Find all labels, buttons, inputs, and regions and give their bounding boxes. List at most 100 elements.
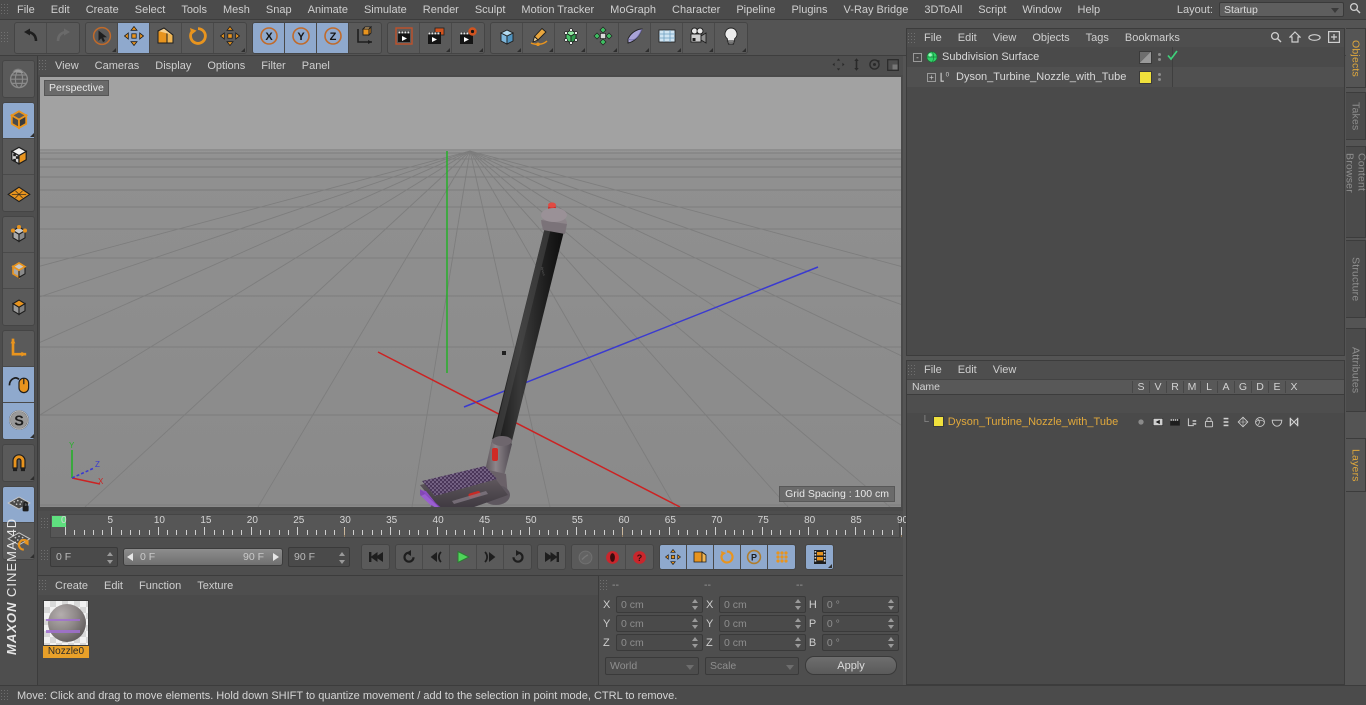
record-active-objects-button[interactable] xyxy=(572,545,599,569)
layer-color-swatch[interactable] xyxy=(932,416,944,427)
render-to-picture-viewer-button[interactable] xyxy=(420,22,452,53)
world-object-axis-button[interactable] xyxy=(349,23,381,53)
toolbar-grip[interactable] xyxy=(0,31,9,44)
size-input[interactable]: 0 cm xyxy=(718,634,806,651)
expander-icon[interactable]: + xyxy=(927,72,936,82)
material-menu-texture[interactable]: Texture xyxy=(189,576,241,596)
vertical-tab-structure[interactable]: Structure xyxy=(1346,240,1366,318)
menu-pipeline[interactable]: Pipeline xyxy=(728,0,783,20)
menu-motion-tracker[interactable]: Motion Tracker xyxy=(513,0,602,20)
spinner-icon[interactable] xyxy=(888,599,895,610)
material-menu-create[interactable]: Create xyxy=(47,576,96,596)
expression-icon[interactable] xyxy=(1268,416,1285,428)
position-input[interactable]: 0 cm xyxy=(616,596,703,613)
object-row[interactable]: +0 Dyson_Turbine_Nozzle_with_Tube xyxy=(907,67,1344,87)
scale-button[interactable] xyxy=(150,22,182,53)
orbit-icon[interactable] xyxy=(868,58,881,74)
coordinate-system-dropdown[interactable]: World xyxy=(605,656,699,675)
layers-list[interactable]: └ Dyson_Turbine_Nozzle_with_Tube xyxy=(907,413,1344,684)
column-header-r[interactable]: R xyxy=(1166,381,1183,393)
spinner-icon[interactable] xyxy=(691,599,699,610)
menu-window[interactable]: Window xyxy=(1014,0,1069,20)
menu-plugins[interactable]: Plugins xyxy=(783,0,835,20)
search-icon[interactable] xyxy=(1270,31,1282,46)
magnet-button[interactable] xyxy=(3,445,34,481)
viewport-canvas[interactable]: dyson Perspective Grid Spacing: 100 cm … xyxy=(40,77,901,507)
timeline-grip[interactable] xyxy=(40,517,49,530)
column-header-l[interactable]: L xyxy=(1200,381,1217,393)
layers-menu-file[interactable]: File xyxy=(916,360,950,380)
menu-select[interactable]: Select xyxy=(127,0,174,20)
texture-mode-button[interactable] xyxy=(3,139,34,175)
coordinates-grip[interactable] xyxy=(599,578,608,592)
object-menu-file[interactable]: File xyxy=(916,28,950,48)
add-spline-button[interactable] xyxy=(523,22,555,53)
layers-manager-grip[interactable] xyxy=(907,363,916,377)
menu-animate[interactable]: Animate xyxy=(300,0,356,20)
maximize-viewport-icon[interactable] xyxy=(887,58,899,74)
spinner-icon[interactable] xyxy=(888,618,895,629)
object-tag-swatch[interactable] xyxy=(1139,50,1152,64)
column-header-d[interactable]: D xyxy=(1251,381,1268,393)
end-frame-field[interactable]: 90 F xyxy=(288,547,350,567)
redo-button[interactable] xyxy=(47,23,79,53)
position-input[interactable]: 0 cm xyxy=(616,634,703,651)
menu-help[interactable]: Help xyxy=(1070,0,1109,20)
spinner-icon[interactable] xyxy=(691,637,699,648)
menu-file[interactable]: File xyxy=(9,0,43,20)
object-menu-view[interactable]: View xyxy=(985,28,1025,48)
material-thumbnail[interactable] xyxy=(43,600,89,646)
add-primitive-button[interactable] xyxy=(491,22,523,53)
spinner-icon[interactable] xyxy=(794,618,802,629)
object-manager-grip[interactable] xyxy=(907,31,916,45)
model-mode-button[interactable] xyxy=(3,103,34,139)
move-duplicate-button[interactable] xyxy=(214,23,246,53)
rotation-input[interactable]: 0 ° xyxy=(821,615,900,632)
autokeying-button[interactable] xyxy=(599,545,626,569)
go-to-end-button[interactable] xyxy=(538,545,565,569)
menu-3dtoall[interactable]: 3DToAll xyxy=(916,0,970,20)
menu-tools[interactable]: Tools xyxy=(173,0,215,20)
object-tree[interactable]: - Subdivision Surface +0 Dyson_Turbine_Nozz… xyxy=(907,47,1344,355)
menu-simulate[interactable]: Simulate xyxy=(356,0,415,20)
next-frame-button[interactable] xyxy=(477,545,504,569)
play-forwards-loop-button[interactable] xyxy=(504,545,531,569)
animation-icon[interactable] xyxy=(1217,416,1234,428)
spinner-icon[interactable] xyxy=(339,552,346,564)
record-pla-button[interactable]: P xyxy=(741,545,768,569)
menu-sculpt[interactable]: Sculpt xyxy=(467,0,514,20)
generators-icon[interactable] xyxy=(1234,416,1251,428)
add-camera-button[interactable] xyxy=(683,22,715,53)
material-manager-grip[interactable] xyxy=(38,579,47,592)
column-header-s[interactable]: S xyxy=(1132,381,1149,393)
size-input[interactable]: 0 cm xyxy=(718,615,806,632)
material-list[interactable]: Nozzle0 xyxy=(38,595,598,685)
viewport-menu-view[interactable]: View xyxy=(47,56,87,76)
object-row[interactable]: - Subdivision Surface xyxy=(907,47,1344,67)
material-menu-edit[interactable]: Edit xyxy=(96,576,131,596)
polygons-mode-button[interactable] xyxy=(3,289,34,325)
record-scale-button[interactable] xyxy=(687,545,714,569)
lock-x-button[interactable]: X xyxy=(253,22,285,53)
object-visibility-dots[interactable] xyxy=(1158,73,1161,81)
home-icon[interactable] xyxy=(1288,31,1302,46)
points-mode-button[interactable] xyxy=(3,217,34,253)
vertical-tab-layers[interactable]: Layers xyxy=(1346,438,1366,492)
record-parameter-button[interactable] xyxy=(768,545,795,569)
coordinate-mode-dropdown[interactable]: Scale xyxy=(705,656,799,675)
preview-range-bar[interactable]: 0 F 90 F xyxy=(123,548,283,566)
menu-script[interactable]: Script xyxy=(970,0,1014,20)
soft-selection-button[interactable]: S xyxy=(3,403,34,439)
edges-mode-button[interactable] xyxy=(3,253,34,289)
rotation-input[interactable]: 0 ° xyxy=(821,596,900,613)
menu-v-ray-bridge[interactable]: V-Ray Bridge xyxy=(836,0,917,20)
solo-dot-icon[interactable] xyxy=(1132,416,1149,428)
menu-snap[interactable]: Snap xyxy=(258,0,300,20)
range-left-arrow-icon[interactable] xyxy=(127,553,133,561)
menu-mograph[interactable]: MoGraph xyxy=(602,0,664,20)
workplane-mode-button[interactable] xyxy=(3,175,34,211)
render-settings-button[interactable] xyxy=(452,23,484,53)
dolly-icon[interactable] xyxy=(851,58,862,74)
xref-icon[interactable] xyxy=(1285,416,1302,428)
enable-axis-button[interactable] xyxy=(3,331,34,367)
